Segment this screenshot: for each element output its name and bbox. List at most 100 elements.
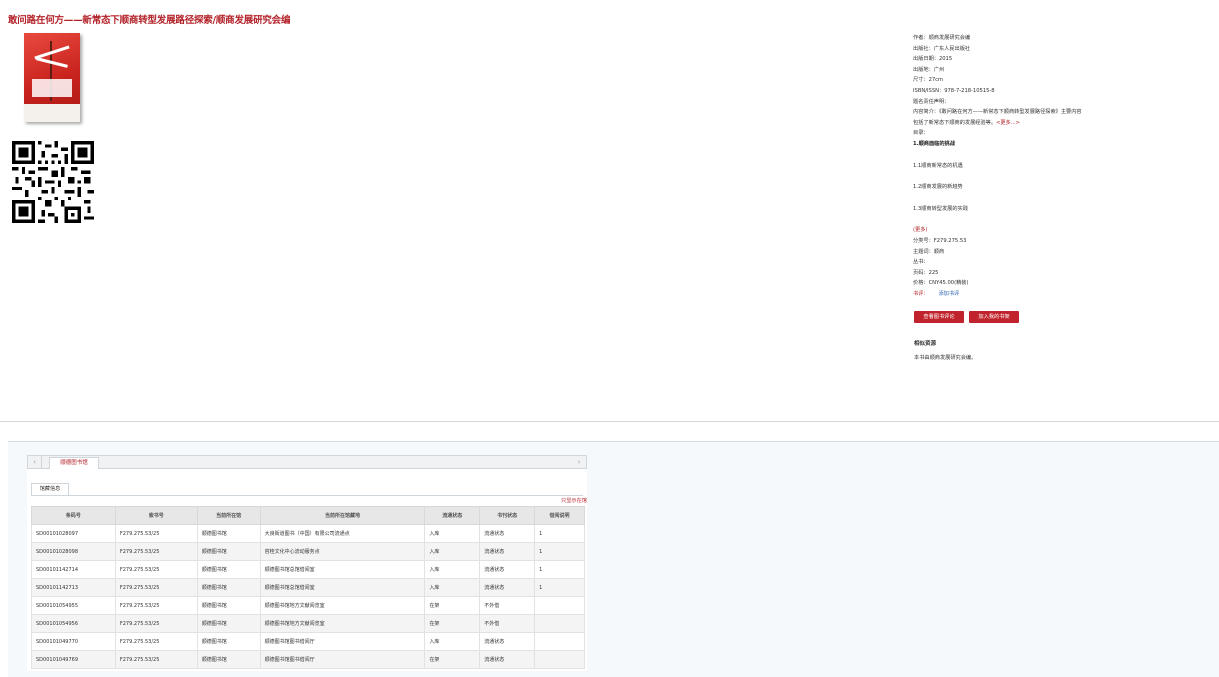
chevron-left-icon[interactable]: ‹ — [28, 456, 42, 468]
table-row: SD00101054956 F279.275.53/25 顺德图书馆 顺德图书馆地方文… — [31, 614, 585, 633]
table-cell — [534, 596, 585, 615]
author-line: 作者：顺商发展研究会编 — [913, 35, 971, 41]
table-row: SD00101049770 F279.275.53/25 顺德图书馆 顺德图书馆图书借… — [31, 632, 585, 651]
column-header[interactable]: 流通状态 — [424, 506, 481, 525]
column-header[interactable]: 书刊状态 — [479, 506, 536, 525]
table-cell: 流通状态 — [479, 650, 536, 669]
table-cell: 流通状态 — [479, 560, 536, 579]
library-tabbar: ‹ 顺德图书馆 › — [27, 455, 587, 469]
table-cell: 顺德图书馆 — [196, 542, 261, 561]
table-cell: 流通状态 — [479, 578, 536, 597]
table-row: SD00101142714 F279.275.53/25 顺德图书馆 顺德图书馆总馆借… — [31, 560, 585, 579]
related-title: 相似资源 — [914, 341, 937, 347]
table-cell — [534, 632, 585, 651]
column-header[interactable]: 索书号 — [114, 506, 198, 525]
column-header[interactable]: 借阅说明 — [534, 506, 585, 525]
pub-date-line: 出版日期：2015 — [913, 56, 953, 63]
column-header[interactable]: 当前所在馆 — [196, 506, 261, 525]
table-cell: F279.275.53/25 — [114, 632, 198, 651]
table-body: SD00101028097 F279.275.53/25 顺德图书馆 大良街道图书（中… — [31, 524, 585, 669]
table-cell: 顺德图书馆图书借阅厅 — [259, 632, 426, 651]
table-cell: 入库 — [424, 560, 481, 579]
chevron-right-icon[interactable]: › — [572, 456, 586, 468]
table-cell: 顺德图书馆总馆借阅室 — [259, 578, 426, 597]
table-cell — [534, 614, 585, 633]
publisher-line: 出版社：广东人民出版社 — [913, 45, 971, 52]
summary-more-link[interactable]: <更多...> — [996, 120, 1020, 126]
table-cell: 顺德图书馆 — [196, 596, 261, 615]
table-cell: 1 — [534, 578, 585, 597]
book-review-line: 书评： 添加书评 — [913, 289, 1123, 300]
table-cell: SD00101142713 — [31, 578, 116, 597]
table-cell: 1 — [534, 560, 585, 579]
book-cover-image[interactable] — [24, 33, 80, 122]
table-cell: 1 — [534, 542, 585, 561]
isbn-line: ISBN/ISSN：978-7-218-10515-8 — [913, 87, 995, 94]
pages-line: 页码：225 — [913, 269, 939, 276]
table-cell: SD00101054955 — [31, 596, 116, 615]
toc-item: 1.3顺商转型发展的实践 — [913, 205, 968, 212]
table-cell: 顺德图书馆 — [196, 632, 261, 651]
class-no-line: 分类号：F279.275.53 — [913, 237, 967, 244]
toc-more-link[interactable]: (更多) — [913, 225, 1123, 236]
toc-item: 1.顺商面临的挑战 — [913, 140, 955, 147]
table-cell: 顺德图书馆地方文献阅览室 — [259, 614, 426, 633]
title-note-line: 题名责任声明： — [913, 98, 950, 105]
table-cell: 流通状态 — [479, 632, 536, 651]
holdings-panel: 馆藏信息 只显示在馆 条码号 索书号 当前所在馆 当前所在馆藏地 流通状态 书刊状态 借阅说… — [27, 469, 587, 671]
add-review-link[interactable]: 添加书评 — [938, 291, 959, 297]
table-cell: 顺德图书馆 — [196, 524, 261, 543]
tab-library[interactable]: 顺德图书馆 — [49, 457, 99, 469]
table-cell: 顺德图书馆地方文献阅览室 — [259, 596, 426, 615]
table-row: SD00101142713 F279.275.53/25 顺德图书馆 顺德图书馆总馆借… — [31, 578, 585, 597]
table-cell: 容桂文化中心流动服务点 — [259, 542, 426, 561]
pub-place-line: 出版地：广州 — [913, 66, 945, 73]
table-cell: 顺德图书馆 — [196, 560, 261, 579]
table-cell: F279.275.53/25 — [114, 650, 198, 669]
table-cell: 入库 — [424, 542, 481, 561]
table-cell: F279.275.53/25 — [114, 596, 198, 615]
add-to-shelf-button[interactable]: 加入我的书架 — [969, 311, 1019, 323]
toc-item: 1.2顺商发展的新趋势 — [913, 184, 963, 191]
table-cell: 入库 — [424, 578, 481, 597]
table-cell: 大良街道图书（中国）有限公司流通点 — [259, 524, 426, 543]
table-cell: 顺德图书馆图书借阅厅 — [259, 650, 426, 669]
column-header[interactable]: 当前所在馆藏地 — [259, 506, 426, 525]
table-row: SD00101028098 F279.275.53/25 顺德图书馆 容桂文化中心流动… — [31, 542, 585, 561]
table-cell: 顺德图书馆 — [196, 650, 261, 669]
view-reviews-button[interactable]: 查看图书评论 — [914, 311, 964, 323]
column-header[interactable]: 条码号 — [31, 506, 116, 525]
tab-holdings-info[interactable]: 馆藏信息 — [31, 483, 69, 495]
table-cell: SD00101049769 — [31, 650, 116, 669]
table-cell: 不外借 — [479, 614, 536, 633]
table-cell: SD00101028097 — [31, 524, 116, 543]
table-row: SD00101028097 F279.275.53/25 顺德图书馆 大良街道图书（中… — [31, 524, 585, 543]
size-line: 尺寸：27cm — [913, 77, 944, 84]
subtab-divider — [31, 495, 583, 496]
table-cell: SD00101142714 — [31, 560, 116, 579]
summary-line: 内容简介：《敢问路在何方——新常态下顺商转型发展路径探索》主要内容 — [913, 109, 1082, 116]
table-cell: 不外借 — [479, 596, 536, 615]
table-row: SD00101054955 F279.275.53/25 顺德图书馆 顺德图书馆地方文… — [31, 596, 585, 615]
toc-label: 目录： — [913, 130, 929, 137]
table-cell: 入库 — [424, 632, 481, 651]
summary-text: 包括了新常态下顺商的发展经验等。 — [913, 119, 997, 126]
table-cell: 1 — [534, 524, 585, 543]
table-cell: 顺德图书馆 — [196, 614, 261, 633]
table-row: SD00101049769 F279.275.53/25 顺德图书馆 顺德图书馆图书借… — [31, 650, 585, 669]
table-cell — [534, 650, 585, 669]
only-available-link[interactable]: 只显示在馆 — [561, 497, 587, 504]
book-review-label: 书评： — [913, 290, 929, 297]
series-line: 丛书： — [913, 259, 929, 266]
table-cell: SD00101049770 — [31, 632, 116, 651]
table-cell: F279.275.53/25 — [114, 614, 198, 633]
table-header-row: 条码号 索书号 当前所在馆 当前所在馆藏地 流通状态 书刊状态 借阅说明 — [31, 506, 585, 525]
holdings-table: 条码号 索书号 当前所在馆 当前所在馆藏地 流通状态 书刊状态 借阅说明 SD0010102… — [31, 506, 585, 669]
section-divider — [0, 421, 1219, 422]
toc-item: 1.1顺商新常态的机遇 — [913, 162, 963, 169]
table-cell: 入库 — [424, 524, 481, 543]
book-metadata: 作者：顺商发展研究会编 出版社：广东人民出版社 出版日期：2015 出版地：广州… — [913, 33, 1123, 299]
table-cell: SD00101054956 — [31, 614, 116, 633]
table-cell: 流通状态 — [479, 542, 536, 561]
table-cell: F279.275.53/25 — [114, 524, 198, 543]
